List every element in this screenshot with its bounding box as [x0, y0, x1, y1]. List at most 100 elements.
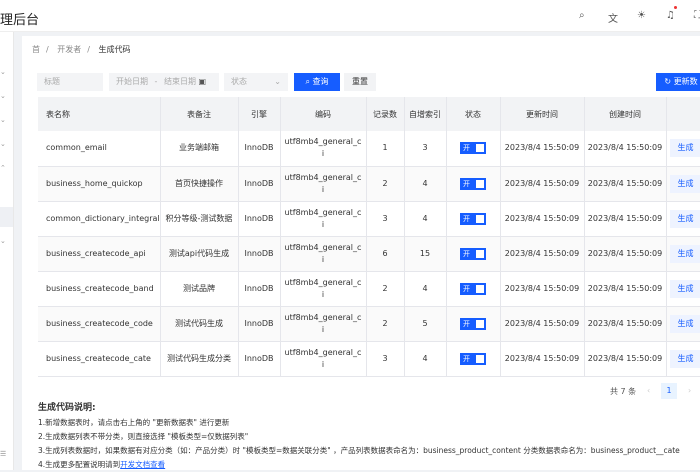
- title-input[interactable]: 标题: [37, 73, 103, 91]
- table-row: business_createcode_cate 测试代码生成分类 InnoDB…: [38, 341, 700, 376]
- table-name: business_createcode_cate: [38, 341, 160, 376]
- instruction-text: 4.生成更多配置说明请到: [38, 460, 120, 469]
- status-cell: 开: [446, 201, 500, 236]
- refresh-icon: ↻: [664, 77, 673, 86]
- status-toggle[interactable]: 开: [460, 353, 486, 365]
- engine: InnoDB: [238, 166, 280, 201]
- status-toggle[interactable]: 开: [460, 178, 486, 190]
- auto-increment: 4: [404, 166, 446, 201]
- record-count: 3: [366, 201, 404, 236]
- created-time: 2023/8/4 15:50:09: [584, 236, 666, 271]
- created-time: 2023/8/4 15:50:09: [584, 131, 666, 166]
- status-toggle[interactable]: 开: [460, 248, 486, 260]
- top-header: 理后台 ⌕ 文 ☀ ♫ ⛶: [0, 0, 700, 32]
- reset-button[interactable]: 重置: [344, 73, 376, 91]
- action-cell: 生成: [666, 201, 700, 236]
- encoding: utf8mb4_general_ci: [280, 166, 366, 201]
- search-icon[interactable]: ⌕: [579, 10, 585, 21]
- toggle-label: 开: [463, 180, 470, 188]
- auto-increment: 3: [404, 131, 446, 166]
- encoding: utf8mb4_general_ci: [280, 236, 366, 271]
- encoding: utf8mb4_general_ci: [280, 201, 366, 236]
- end-date[interactable]: 结束日期: [164, 77, 196, 86]
- instruction-line: 2.生成数据列表不带分类，则直接选择 "模板类型=仅数据列表": [38, 430, 680, 444]
- status-cell: 开: [446, 306, 500, 341]
- table-comment: 测试api代码生成: [160, 236, 238, 271]
- record-count: 3: [366, 341, 404, 376]
- engine: InnoDB: [238, 131, 280, 166]
- status-toggle[interactable]: 开: [460, 283, 486, 295]
- created-time: 2023/8/4 15:50:09: [584, 271, 666, 306]
- table-name: common_dictionary_integral: [38, 201, 160, 236]
- breadcrumb-home[interactable]: 首: [32, 45, 40, 54]
- engine: InnoDB: [238, 306, 280, 341]
- generate-button[interactable]: 生成: [670, 315, 700, 333]
- chevron-down-icon: ⌄: [274, 73, 281, 91]
- status-cell: 开: [446, 341, 500, 376]
- action-cell: 生成: [666, 131, 700, 166]
- column-header: 自增索引: [404, 97, 446, 131]
- status-cell: 开: [446, 236, 500, 271]
- chevron-down-icon[interactable]: ⌄: [0, 116, 6, 124]
- theme-icon[interactable]: ☀: [637, 10, 646, 21]
- instruction-line: 3.生成列表数据时，如果数据有对应分类（如：产品分类）时 "模板类型=数据关联分…: [38, 444, 680, 458]
- translate-icon[interactable]: 文: [608, 10, 618, 25]
- created-time: 2023/8/4 15:50:09: [584, 201, 666, 236]
- status-toggle[interactable]: 开: [460, 142, 486, 154]
- refresh-tables-button[interactable]: ↻ 更新数: [656, 73, 700, 91]
- chevron-down-icon[interactable]: ⌄: [0, 140, 6, 148]
- fullscreen-icon[interactable]: ⛶: [694, 10, 700, 21]
- chevron-down-icon[interactable]: ⌄: [0, 237, 6, 245]
- generate-button[interactable]: 生成: [670, 280, 700, 298]
- column-header: 状态: [446, 97, 500, 131]
- chevron-down-icon[interactable]: ⌄: [0, 92, 6, 100]
- instructions-title: 生成代码说明:: [38, 401, 680, 415]
- created-time: 2023/8/4 15:50:09: [584, 166, 666, 201]
- updated-time: 2023/8/4 15:50:09: [500, 236, 584, 271]
- action-cell: 生成: [666, 236, 700, 271]
- record-count: 2: [366, 166, 404, 201]
- status-toggle[interactable]: 开: [460, 318, 486, 330]
- generate-button[interactable]: 生成: [670, 175, 700, 193]
- breadcrumb: 首/ 开发者/ 生成代码: [32, 44, 137, 55]
- record-count: 2: [366, 271, 404, 306]
- updated-time: 2023/8/4 15:50:09: [500, 131, 584, 166]
- generate-button[interactable]: 生成: [670, 210, 700, 228]
- breadcrumb-developer[interactable]: 开发者: [57, 45, 81, 54]
- sidebar-item-selected[interactable]: [0, 207, 13, 227]
- action-cell: 生成: [666, 341, 700, 376]
- table-name: business_createcode_code: [38, 306, 160, 341]
- date-separator: -: [155, 77, 158, 86]
- bell-icon[interactable]: ♫: [666, 10, 675, 21]
- generate-button[interactable]: 生成: [670, 139, 700, 157]
- generate-button[interactable]: 生成: [670, 245, 700, 263]
- toggle-label: 开: [463, 355, 470, 363]
- auto-increment: 4: [404, 201, 446, 236]
- sidebar: ⌄ ⌄ ⌄ ⌄ ⌃ ⌄ ☰: [0, 32, 14, 470]
- column-header: 引擎: [238, 97, 280, 131]
- chevron-up-icon[interactable]: ⌃: [0, 164, 6, 172]
- next-page-button[interactable]: ›: [688, 386, 691, 395]
- chevron-down-icon[interactable]: ⌄: [0, 68, 6, 76]
- prev-page-button[interactable]: ‹: [647, 386, 650, 395]
- engine: InnoDB: [238, 236, 280, 271]
- generate-button[interactable]: 生成: [670, 350, 700, 368]
- encoding: utf8mb4_general_ci: [280, 341, 366, 376]
- status-select[interactable]: 状态 ⌄: [224, 73, 288, 91]
- updated-time: 2023/8/4 15:50:09: [500, 271, 584, 306]
- search-button[interactable]: ⌕ 查询: [294, 73, 340, 91]
- status-toggle[interactable]: 开: [460, 213, 486, 225]
- table-name: business_createcode_api: [38, 236, 160, 271]
- app-title: 理后台: [0, 9, 39, 28]
- start-date[interactable]: 开始日期: [116, 77, 148, 86]
- created-time: 2023/8/4 15:50:09: [584, 306, 666, 341]
- page-1-button[interactable]: 1: [661, 383, 677, 399]
- docs-link[interactable]: 开发文档查看: [120, 460, 165, 469]
- toggle-label: 开: [463, 285, 470, 293]
- table-name: common_email: [38, 131, 160, 166]
- status-placeholder: 状态: [231, 77, 247, 86]
- table-name: business_createcode_band: [38, 271, 160, 306]
- column-header: 创建时间: [584, 97, 666, 131]
- menu-icon[interactable]: ☰: [0, 450, 6, 458]
- date-range-input[interactable]: 开始日期 - 结束日期 ▣: [109, 73, 219, 91]
